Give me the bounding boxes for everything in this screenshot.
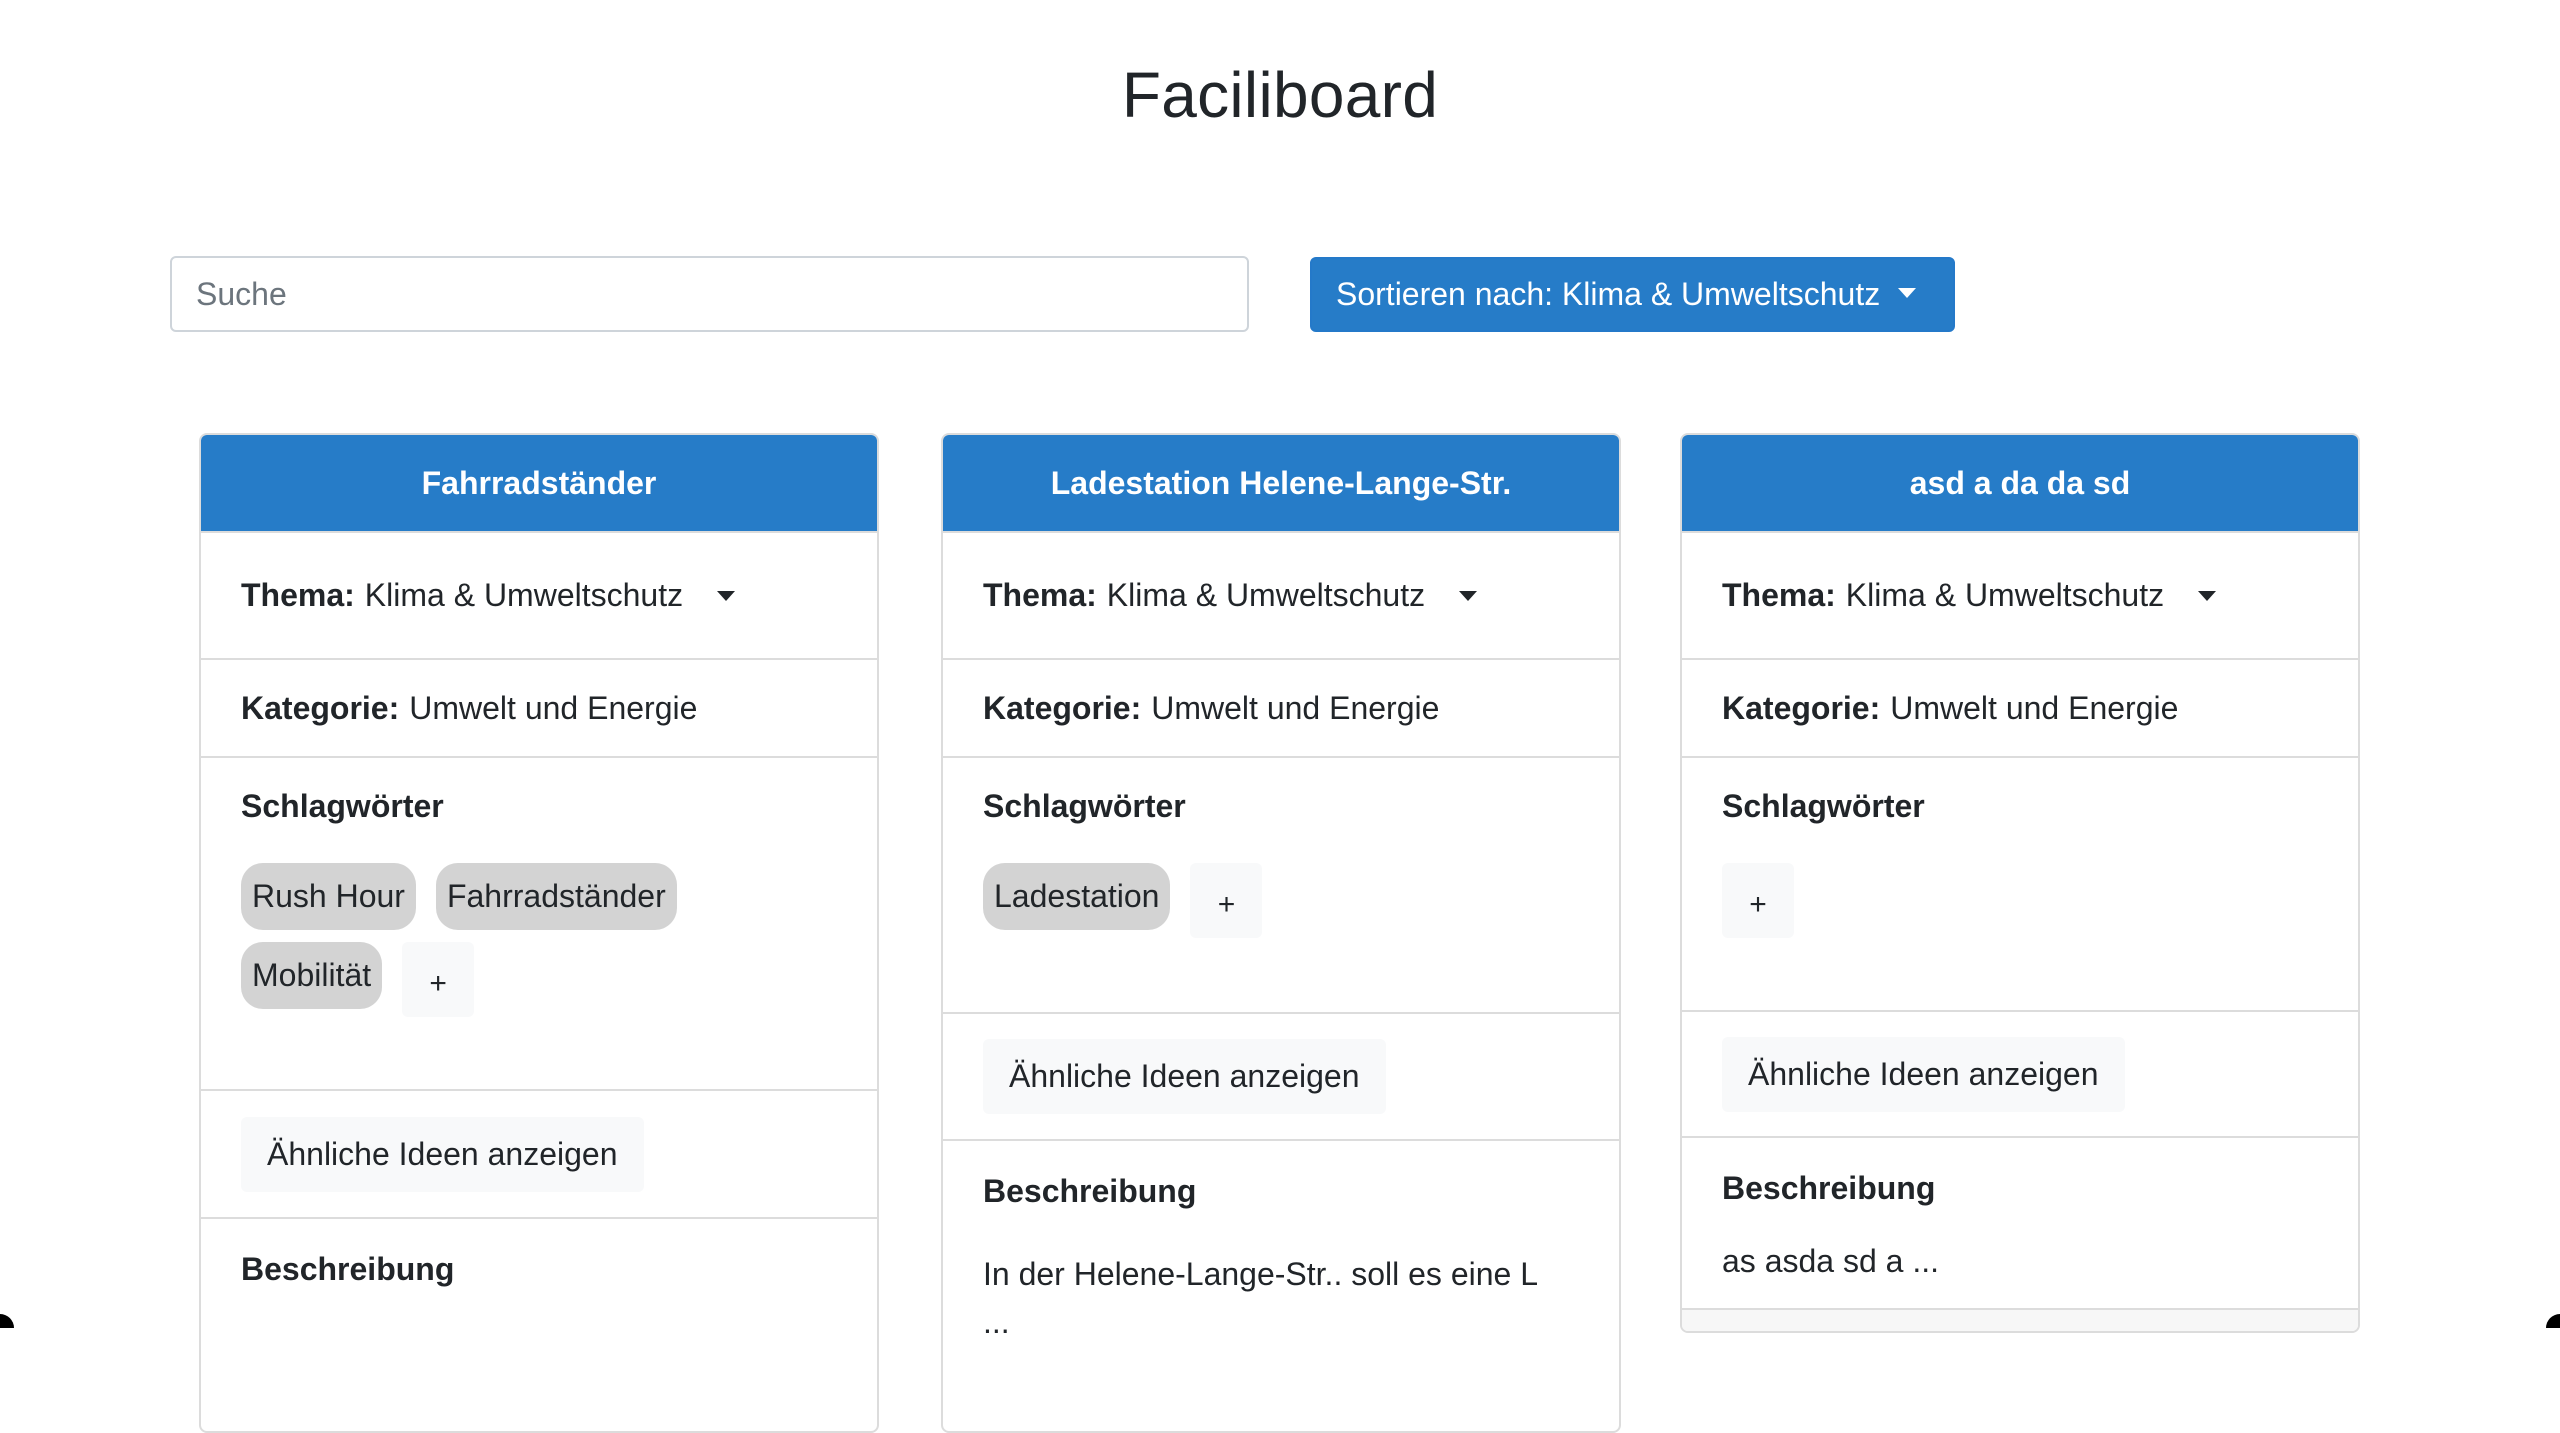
idea-card: asd a da da sd Thema: Klima & Umweltschu… bbox=[1680, 433, 2360, 1333]
thema-label: Thema: bbox=[1722, 577, 1836, 613]
description-section: Beschreibung In der Helene-Lange-Str.. s… bbox=[943, 1141, 1619, 1346]
page-title: Faciliboard bbox=[1121, 59, 1439, 131]
window-corner bbox=[2546, 1314, 2560, 1328]
description-section: Beschreibung bbox=[201, 1219, 877, 1288]
sort-label: Sortieren nach: Klima & Umweltschutz bbox=[1336, 276, 1881, 312]
tag-chip[interactable]: Mobilität bbox=[241, 942, 383, 1009]
similar-ideas-button[interactable]: Ähnliche Ideen anzeigen bbox=[241, 1116, 644, 1192]
search-input[interactable] bbox=[170, 256, 1249, 332]
idea-card: Ladestation Helene-Lange-Str. Thema: Kli… bbox=[941, 433, 1621, 1433]
add-tag-button[interactable]: + bbox=[402, 942, 475, 1017]
tag-list: + bbox=[1722, 863, 2318, 938]
thema-value: Klima & Umweltschutz bbox=[1845, 577, 2165, 613]
similar-ideas-button[interactable]: Ähnliche Ideen anzeigen bbox=[1722, 1036, 2125, 1112]
similar-ideas-button[interactable]: Ähnliche Ideen anzeigen bbox=[983, 1039, 1386, 1114]
caret-down-icon bbox=[1898, 287, 1917, 298]
card-title: Fahrradständer bbox=[201, 435, 877, 533]
description-heading: Beschreibung bbox=[1722, 1170, 1936, 1206]
card-title: asd a da da sd bbox=[1682, 435, 2358, 533]
add-tag-button[interactable]: + bbox=[1722, 863, 1794, 938]
thema-label: Thema: bbox=[241, 577, 355, 613]
kategorie-value: Umwelt und Energie bbox=[1151, 689, 1440, 726]
description-text: In der Helene-Lange-Str.. soll es eine L… bbox=[983, 1256, 1537, 1340]
thema-row: Thema: Klima & Umweltschutz bbox=[1682, 533, 2358, 660]
idea-card: Fahrradständer Thema: Klima & Umweltschu… bbox=[199, 433, 879, 1433]
window-corner bbox=[0, 1314, 14, 1328]
thema-value: Klima & Umweltschutz bbox=[364, 577, 684, 613]
tags-section: Schlagwörter + bbox=[1682, 758, 2358, 1012]
thema-dropdown-caret-icon[interactable] bbox=[717, 590, 736, 601]
description-heading: Beschreibung bbox=[983, 1173, 1197, 1209]
kategorie-label: Kategorie: bbox=[983, 689, 1142, 726]
thema-label: Thema: bbox=[983, 577, 1097, 613]
kategorie-row: Kategorie: Umwelt und Energie bbox=[1682, 660, 2358, 758]
description-section: Beschreibung as asda sd a ... bbox=[1682, 1138, 2358, 1310]
description-heading: Beschreibung bbox=[241, 1251, 455, 1287]
card-title: Ladestation Helene-Lange-Str. bbox=[943, 435, 1619, 533]
kategorie-label: Kategorie: bbox=[241, 689, 400, 726]
thema-row: Thema: Klima & Umweltschutz bbox=[201, 533, 877, 660]
sort-dropdown-button[interactable]: Sortieren nach: Klima & Umweltschutz bbox=[1310, 257, 1955, 332]
thema-dropdown-caret-icon[interactable] bbox=[1459, 590, 1478, 601]
tag-chip[interactable]: Rush Hour bbox=[241, 863, 416, 930]
tag-list: Ladestation + bbox=[983, 863, 1579, 942]
thema-value: Klima & Umweltschutz bbox=[1106, 577, 1426, 613]
tags-heading: Schlagwörter bbox=[241, 788, 444, 824]
similar-row: Ähnliche Ideen anzeigen bbox=[1682, 1012, 2358, 1138]
thema-dropdown-caret-icon[interactable] bbox=[2198, 590, 2217, 601]
kategorie-label: Kategorie: bbox=[1722, 689, 1881, 726]
similar-row: Ähnliche Ideen anzeigen bbox=[943, 1014, 1619, 1141]
thema-row: Thema: Klima & Umweltschutz bbox=[943, 533, 1619, 660]
kategorie-value: Umwelt und Energie bbox=[409, 689, 698, 726]
kategorie-row: Kategorie: Umwelt und Energie bbox=[201, 660, 877, 758]
kategorie-row: Kategorie: Umwelt und Energie bbox=[943, 660, 1619, 758]
kategorie-value: Umwelt und Energie bbox=[1890, 689, 2179, 726]
add-tag-button[interactable]: + bbox=[1190, 863, 1263, 938]
tags-heading: Schlagwörter bbox=[983, 788, 1186, 824]
tags-section: Schlagwörter Rush Hour Fahrradständer Mo… bbox=[201, 758, 877, 1091]
similar-row: Ähnliche Ideen anzeigen bbox=[201, 1091, 877, 1219]
tags-heading: Schlagwörter bbox=[1722, 788, 1925, 824]
tags-section: Schlagwörter Ladestation + bbox=[943, 758, 1619, 1014]
tag-list: Rush Hour Fahrradständer Mobilität + bbox=[241, 863, 837, 1021]
card-footer bbox=[1682, 1310, 2358, 1331]
description-text: as asda sd a ... bbox=[1722, 1243, 1940, 1279]
tag-chip[interactable]: Fahrradständer bbox=[435, 863, 677, 930]
tag-chip[interactable]: Ladestation bbox=[983, 863, 1171, 930]
